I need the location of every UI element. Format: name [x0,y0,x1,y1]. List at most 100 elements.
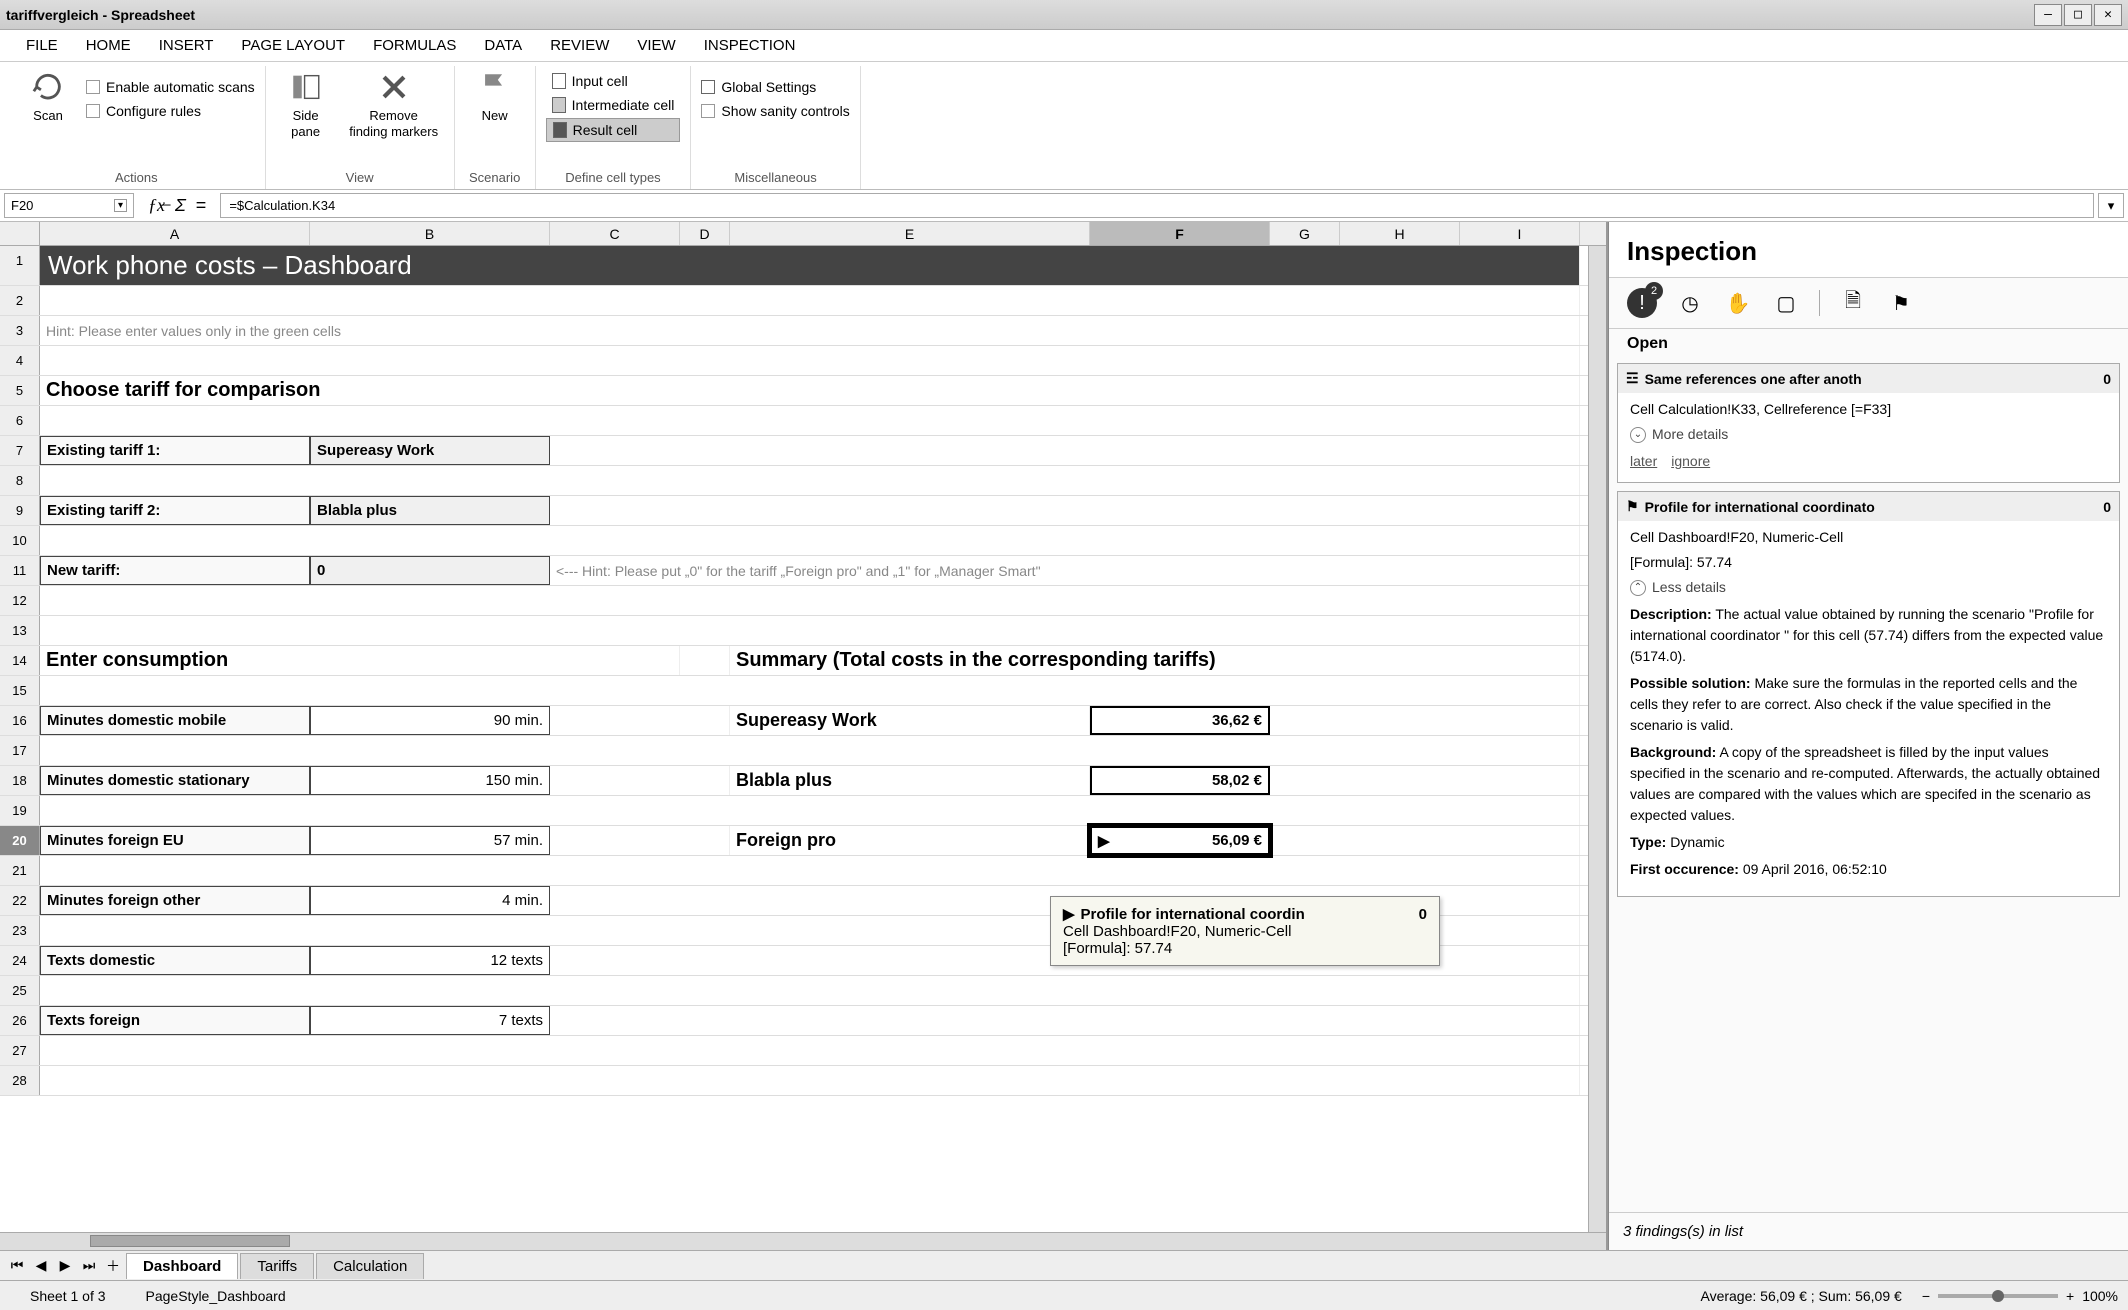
zoom-out-button[interactable]: − [1922,1288,1930,1304]
menu-insert[interactable]: INSERT [145,31,228,60]
inspection-title: Inspection [1609,222,2128,278]
menu-inspection[interactable]: INSPECTION [690,31,810,60]
later-link[interactable]: later [1630,451,1657,472]
horizontal-scrollbar[interactable] [0,1232,1606,1250]
select-all-corner[interactable] [0,222,40,245]
result-cell-button[interactable]: Result cell [546,118,681,142]
fx-icon[interactable]: ƒx̶ [148,195,165,216]
clock-icon[interactable]: ◷ [1675,288,1705,318]
tariff2-label: Existing tariff 2: [40,496,310,525]
ribbon-group-view-label: View [276,168,444,189]
ignore-link[interactable]: ignore [1671,451,1710,472]
tab-dashboard[interactable]: Dashboard [126,1253,238,1279]
spreadsheet-grid[interactable]: 1 Work phone costs – Dashboard 2 3Hint: … [0,246,1606,1250]
col-D[interactable]: D [680,222,730,245]
finding-2[interactable]: ⚑ Profile for international coordinato 0… [1617,491,2120,897]
section-choose-tariff: Choose tariff for comparison [40,376,1580,405]
consumption5-label: Texts domestic [40,946,310,975]
tariff1-value[interactable]: Supereasy Work [310,436,550,465]
col-G[interactable]: G [1270,222,1340,245]
consumption5-value[interactable]: 12 texts [310,946,550,975]
menu-pagelayout[interactable]: PAGE LAYOUT [227,31,359,60]
formula-bar: F20 ▾ ƒx̶ Σ = =$Calculation.K34 ▾ [0,190,2128,222]
new-scenario-button[interactable]: New [465,70,525,124]
vertical-scrollbar[interactable] [1588,246,1606,1232]
tariff2-value[interactable]: Blabla plus [310,496,550,525]
side-pane-icon [289,70,323,104]
window-title: tariffvergleich - Spreadsheet [6,7,195,23]
less-details-toggle[interactable]: ⌃Less details [1630,577,2107,598]
input-cell-button[interactable]: Input cell [546,70,681,92]
remove-markers-button[interactable]: Remove finding markers [344,70,444,139]
configure-rules-checkbox[interactable]: Configure rules [86,100,255,122]
finding-1[interactable]: ☲ Same references one after anoth 0 Cell… [1617,363,2120,483]
formula-input[interactable]: =$Calculation.K34 [220,193,2094,218]
x-icon [377,70,411,104]
intermediate-cell-button[interactable]: Intermediate cell [546,94,681,116]
name-box[interactable]: F20 ▾ [4,193,134,218]
equals-icon[interactable]: = [196,195,207,216]
sanity-controls-checkbox[interactable]: Show sanity controls [701,100,849,122]
flag-filter-icon[interactable]: ⚑ [1886,288,1916,318]
col-C[interactable]: C [550,222,680,245]
menu-view[interactable]: VIEW [623,31,689,60]
menu-file[interactable]: FILE [12,31,72,60]
col-I[interactable]: I [1460,222,1580,245]
close-button[interactable]: ✕ [2094,4,2122,26]
menu-data[interactable]: DATA [470,31,536,60]
consumption3-value[interactable]: 57 min. [310,826,550,855]
col-B[interactable]: B [310,222,550,245]
col-A[interactable]: A [40,222,310,245]
consumption6-label: Texts foreign [40,1006,310,1035]
col-F[interactable]: F [1090,222,1270,245]
tab-tariffs[interactable]: Tariffs [240,1253,314,1279]
tariff3-value[interactable]: 0 [310,556,550,585]
flag-icon: ▶ [1063,905,1075,923]
menu-bar: FILE HOME INSERT PAGE LAYOUT FORMULAS DA… [0,30,2128,62]
sheet-count-label: Sheet 1 of 3 [10,1288,126,1304]
side-pane-button[interactable]: Side pane [276,70,336,139]
consumption1-value[interactable]: 90 min. [310,706,550,735]
summary3-value[interactable]: ▶ 56,09 € [1090,826,1270,855]
more-details-toggle[interactable]: ⌄More details [1630,424,2107,445]
inspection-open-label: Open [1609,329,2128,359]
alert-filter-icon[interactable]: ! 2 [1627,288,1657,318]
formula-dropdown[interactable]: ▾ [2098,193,2124,218]
first-sheet-button[interactable]: ⏮ [6,1255,28,1277]
enable-auto-scans-checkbox[interactable]: Enable automatic scans [86,76,255,98]
menu-formulas[interactable]: FORMULAS [359,31,470,60]
col-H[interactable]: H [1340,222,1460,245]
last-sheet-button[interactable]: ⏭ [78,1255,100,1277]
tab-calculation[interactable]: Calculation [316,1253,424,1279]
menu-home[interactable]: HOME [72,31,145,60]
status-bar: Sheet 1 of 3 PageStyle_Dashboard Average… [0,1280,2128,1310]
consumption4-value[interactable]: 4 min. [310,886,550,915]
folder-icon[interactable]: ▢ [1771,288,1801,318]
title-bar: tariffvergleich - Spreadsheet — □ ✕ [0,0,2128,30]
selection-stats: Average: 56,09 € ; Sum: 56,09 € [1680,1288,1921,1304]
prev-sheet-button[interactable]: ◀ [30,1255,52,1277]
document-icon[interactable]: 🗎 [1838,288,1868,318]
consumption6-value[interactable]: 7 texts [310,1006,550,1035]
flag-icon [478,70,512,104]
summary2-value[interactable]: 58,02 € [1090,766,1270,795]
maximize-button[interactable]: □ [2064,4,2092,26]
ribbon: Scan Enable automatic scans Configure ru… [0,62,2128,190]
zoom-in-button[interactable]: + [2066,1288,2074,1304]
col-E[interactable]: E [730,222,1090,245]
chevron-down-icon[interactable]: ▾ [114,199,127,212]
add-sheet-button[interactable]: ＋ [102,1255,124,1277]
scan-button[interactable]: Scan [18,70,78,124]
next-sheet-button[interactable]: ▶ [54,1255,76,1277]
global-settings-button[interactable]: Global Settings [701,76,849,98]
zoom-slider[interactable] [1938,1294,2058,1298]
zoom-level[interactable]: 100% [2082,1288,2118,1304]
menu-review[interactable]: REVIEW [536,31,623,60]
consumption2-value[interactable]: 150 min. [310,766,550,795]
minimize-button[interactable]: — [2034,4,2062,26]
page-style-label: PageStyle_Dashboard [126,1288,306,1304]
sum-icon[interactable]: Σ [175,195,186,216]
summary1-value[interactable]: 36,62 € [1090,706,1270,735]
hand-icon[interactable]: ✋ [1723,288,1753,318]
column-headers: A B C D E F G H I [0,222,1606,246]
